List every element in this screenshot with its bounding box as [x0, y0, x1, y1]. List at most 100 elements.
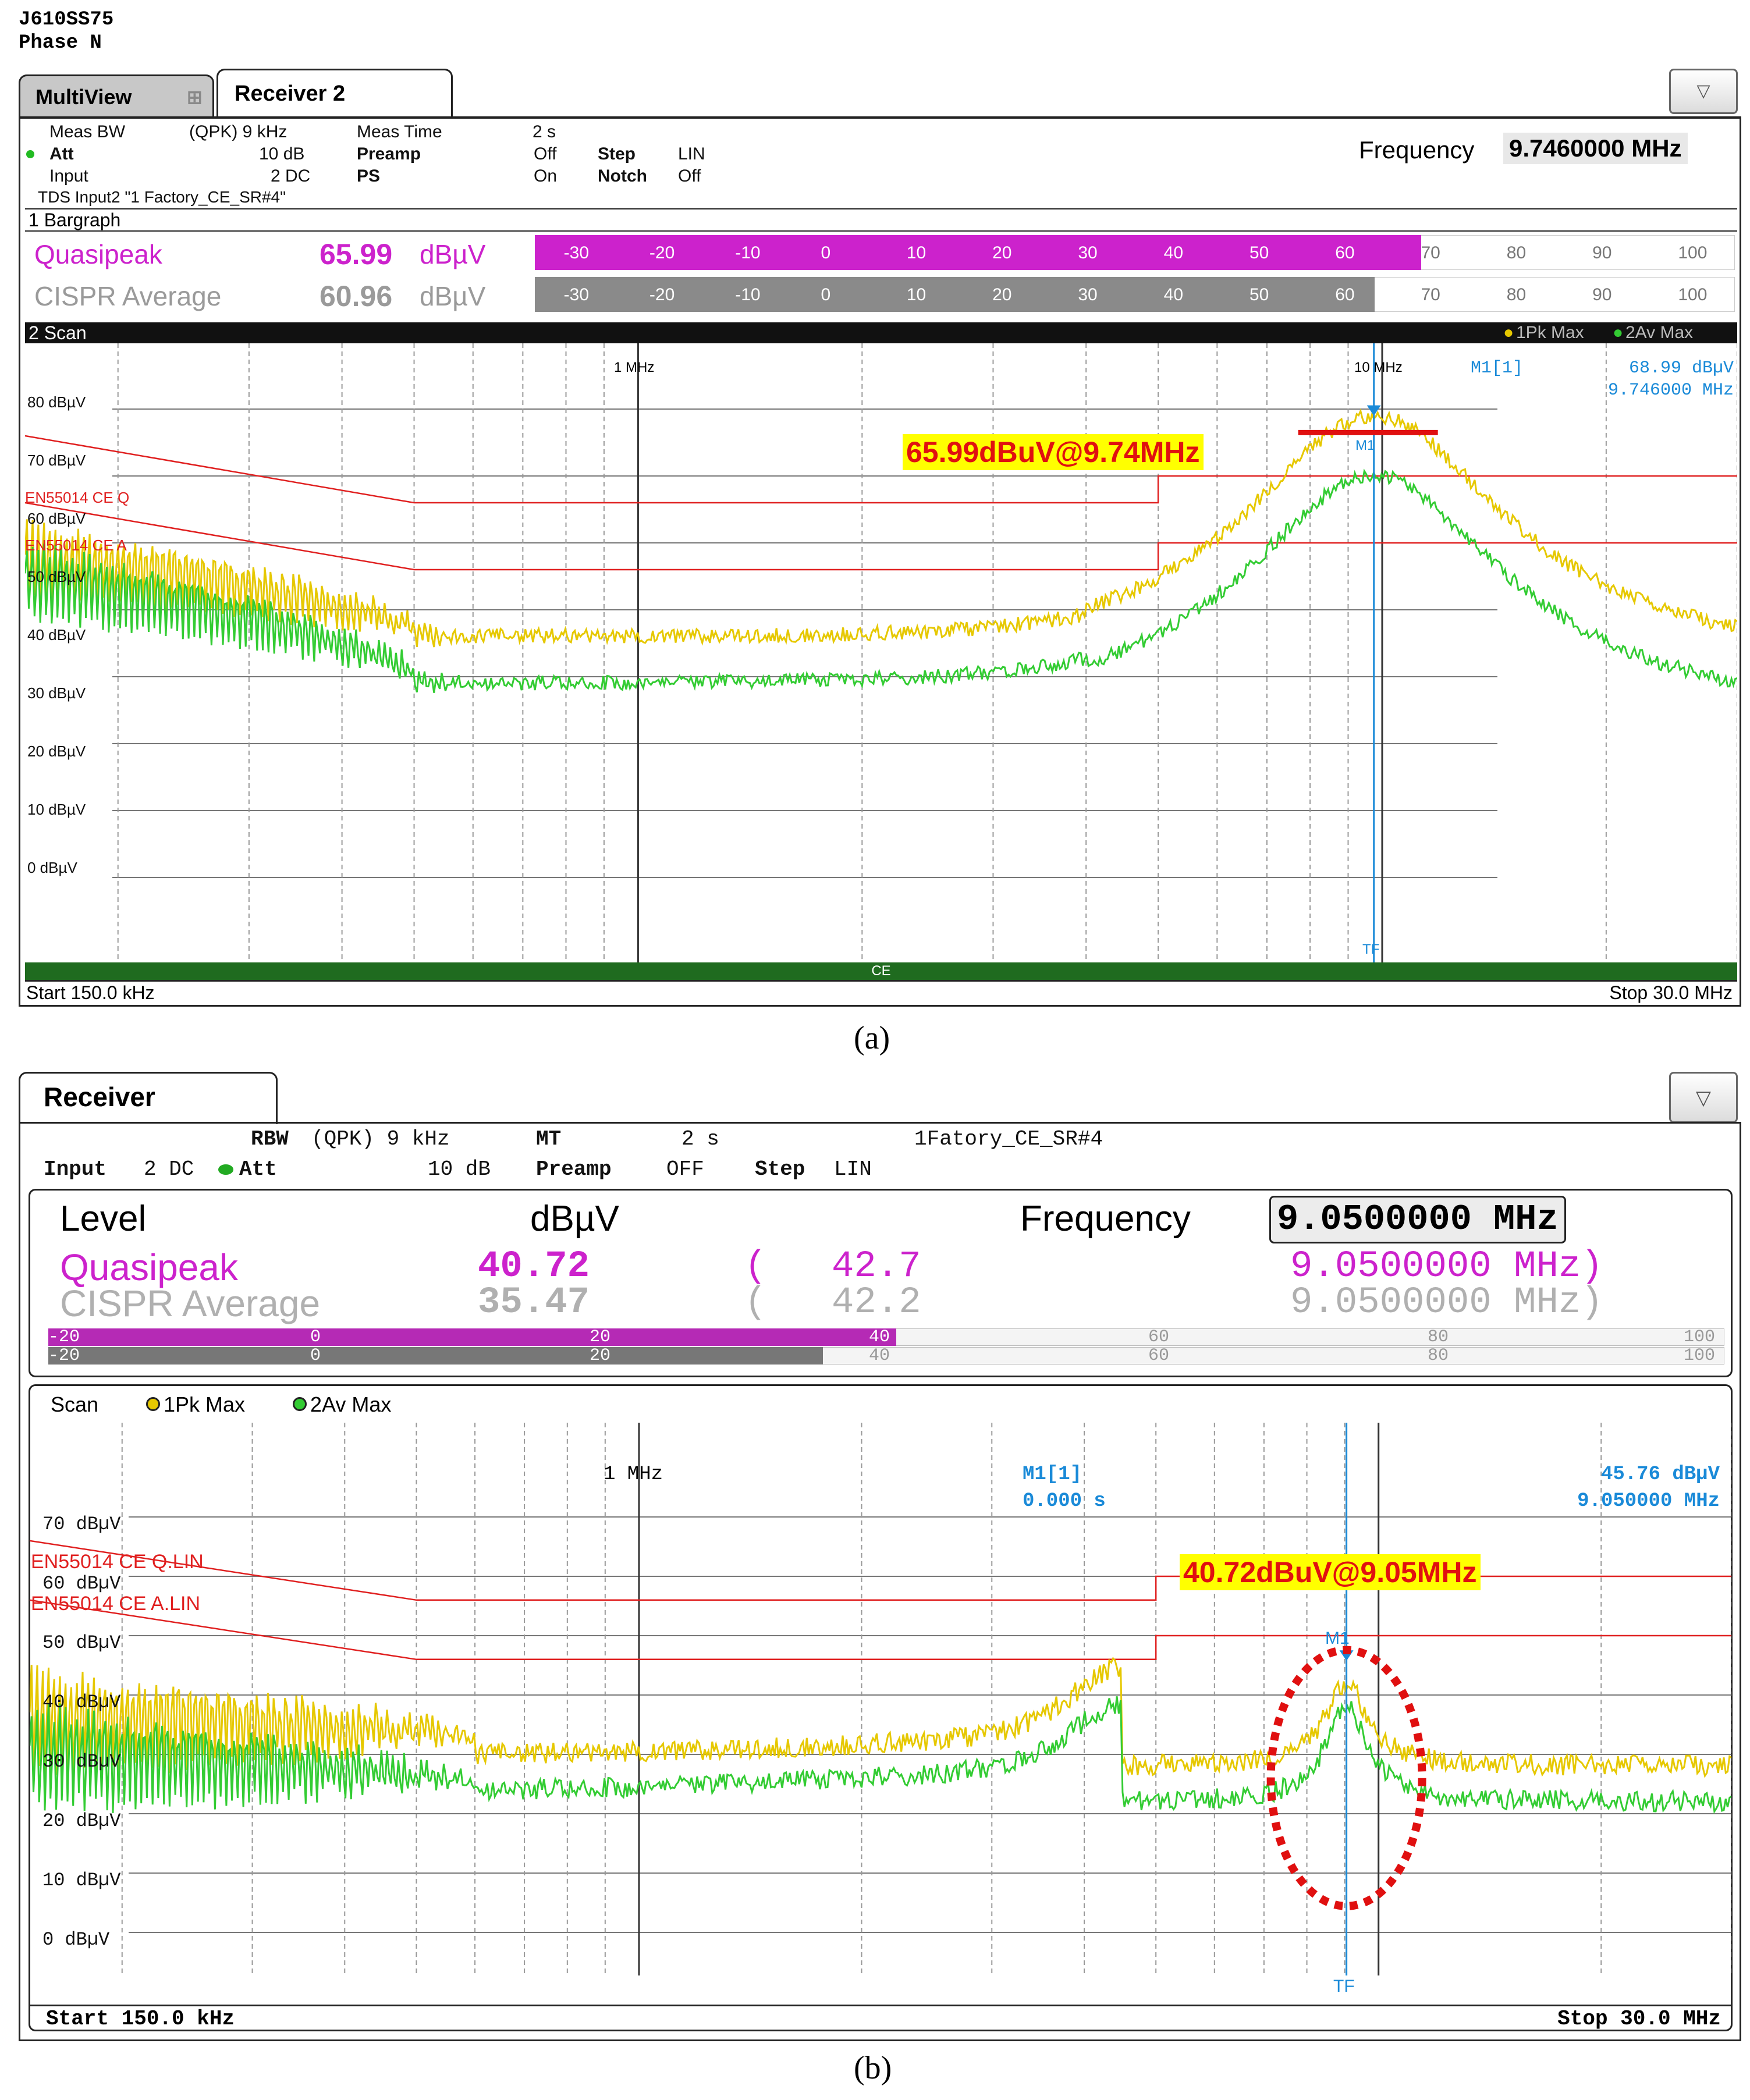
quasipeak-bar-tick-label: 80 — [1506, 243, 1527, 262]
marker-time: 0.000 s — [1023, 1490, 1106, 1512]
frequency-value[interactable]: 9.0500000 MHz — [1269, 1196, 1566, 1243]
y-label-0: 0 dBµV — [42, 1929, 110, 1950]
average-bar-tick-label: -30 — [563, 285, 589, 304]
average-row: CISPR Average 35.47 ( 42.2 9.0500000 MHz… — [48, 1282, 1724, 1324]
stop-frequency: Stop 30.0 MHz — [1609, 982, 1733, 1003]
peak-annotation: 65.99dBuV@9.74MHz — [903, 434, 1204, 470]
marker-level: 68.99 dBµV — [1628, 358, 1734, 378]
average-bar-tick-label: 20 — [992, 285, 1012, 304]
average-bar-tick-label: -10 — [735, 285, 761, 304]
input-label: Input — [44, 1157, 107, 1181]
average-bar-tick-label: 20 — [590, 1346, 611, 1366]
marker-frequency: 9.746000 MHz — [1607, 381, 1734, 400]
average-bar-tick-label: 80 — [1506, 285, 1527, 304]
quasipeak-bar-tick-label: 80 — [1428, 1327, 1449, 1347]
average-bar-tick-label: 40 — [869, 1346, 890, 1366]
average-bar-tick-label: 30 — [1078, 285, 1098, 304]
quasipeak-bar-tick-label: -20 — [48, 1327, 80, 1347]
quasipeak-label: Quasipeak — [34, 239, 162, 269]
quasipeak-bar-fill — [48, 1328, 897, 1346]
start-frequency: Start 150.0 kHz — [46, 2007, 235, 2031]
quasipeak-bar-tick-label: 20 — [590, 1327, 611, 1347]
notch-label: Notch — [598, 166, 647, 186]
measurement-name: 1Fatory_CE_SR#4 — [914, 1127, 1103, 1151]
att-value: 10 dB — [428, 1157, 491, 1181]
y-label-0: 0 dBµV — [27, 859, 77, 876]
y-label-10: 10 dBµV — [27, 801, 86, 818]
preamp-label: Preamp — [536, 1157, 612, 1181]
quasipeak-bar-tick-label: 40 — [869, 1327, 890, 1347]
average-bar-tick-label: 100 — [1678, 285, 1708, 304]
quasipeak-bar-tick-label: 60 — [1335, 243, 1355, 262]
scan-title: 2 Scan — [29, 322, 87, 343]
y-label-70: 70 dBµV — [27, 452, 86, 469]
tab-multiview[interactable]: MultiView ⊞ — [19, 74, 214, 116]
scan-plot — [30, 1423, 1731, 1975]
y-label-70: 70 dBµV — [42, 1513, 121, 1535]
tab-receiver-2[interactable]: Receiver 2 — [216, 69, 453, 119]
y-label-20: 20 dBµV — [42, 1810, 121, 1832]
tab-receiver[interactable]: Receiver — [19, 1072, 278, 1124]
marker-tag: M1 — [1355, 438, 1375, 453]
rbw-value: (QPK) 9 kHz — [311, 1127, 450, 1151]
quasipeak-bar-tick-label: 50 — [1249, 243, 1269, 262]
mt-value: 2 s — [681, 1127, 719, 1151]
average-bar-tick-label: 50 — [1249, 285, 1269, 304]
grid-icon: ⊞ — [187, 87, 203, 108]
quasipeak-bar-tick-label: -10 — [735, 243, 761, 262]
divider — [25, 980, 1737, 982]
marker-level: 45.76 dBµV — [1600, 1463, 1720, 1486]
quasipeak-bar-tick-label: 100 — [1678, 243, 1708, 262]
receiver-2-panel: Meas BW (QPK) 9 kHz Meas Time 2 s Att 10… — [19, 116, 1741, 1007]
step-label: Step — [598, 144, 636, 164]
phase-label: Phase N — [19, 32, 102, 54]
average-label: CISPR Average — [34, 281, 222, 311]
quasipeak-bar-tick-label: 40 — [1163, 243, 1184, 262]
bargraph: Quasipeak 65.99 dBµV CISPR Average 60.96… — [29, 235, 1735, 317]
menu-button[interactable]: ▽ — [1669, 1072, 1738, 1123]
bargraph-scale: -20 0 20 40 60 80 100 -20 0 20 40 60 80 100 — [48, 1327, 1724, 1370]
divider — [29, 2005, 1733, 2006]
legend-av-label: 2Av Max — [1625, 323, 1694, 342]
marker-m1 — [1266, 1423, 1426, 1975]
dropdown-menu-button[interactable]: ▽ — [1669, 69, 1738, 114]
frequency-value[interactable]: 9.7460000 MHz — [1503, 133, 1688, 164]
meas-bw-value: (QPK) 9 kHz — [189, 122, 287, 141]
average-max: 42.2 — [832, 1282, 921, 1324]
preamp-value: OFF — [666, 1157, 704, 1181]
quasipeak-value: 65.99 — [320, 238, 393, 271]
average-bar-tick-label: 70 — [1421, 285, 1440, 304]
rbw-label: RBW — [251, 1127, 289, 1151]
y-label-10: 10 dBµV — [42, 1870, 121, 1891]
average-bar-tick-label: 0 — [310, 1346, 321, 1366]
scan-header: 2 Scan ● 1Pk Max ● 2Av Max — [25, 322, 1737, 343]
average-bar-tick-label: 0 — [821, 285, 831, 304]
divider — [25, 208, 1737, 209]
average-bar-tick-label: 60 — [1335, 285, 1355, 304]
y-label-20: 20 dBµV — [27, 742, 86, 760]
device-name: J610SS75 — [19, 9, 114, 31]
average-unit: dBµV — [420, 281, 486, 311]
y-label-60: 60 dBµV — [27, 510, 86, 527]
tds-input-label: TDS Input2 "1 Factory_CE_SR#4" — [38, 188, 286, 206]
tab-multiview-label: MultiView — [36, 85, 132, 109]
start-frequency: Start 150.0 kHz — [26, 982, 155, 1003]
notch-value: Off — [678, 166, 701, 186]
step-value: LIN — [834, 1157, 872, 1181]
legend-pk-icon: ● — [1503, 323, 1514, 342]
preamp-value: Off — [534, 144, 557, 164]
average-frequency: 9.0500000 MHz) — [1290, 1282, 1603, 1324]
att-label: Att — [49, 144, 74, 164]
chevron-down-icon: ▽ — [1696, 81, 1710, 101]
marker-m1 — [1298, 343, 1438, 962]
menu-icon: ▽ — [1695, 1087, 1712, 1109]
limit-label-a: EN55014 CE A.LIN — [31, 1593, 201, 1615]
att-label: Att — [239, 1157, 277, 1181]
quasipeak-row: Quasipeak 65.99 dBµV — [29, 235, 535, 271]
y-label-60: 60 dBµV — [42, 1573, 121, 1594]
average-bar-tick-label: 10 — [906, 285, 927, 304]
quasipeak-bar-tick-label: 20 — [992, 243, 1012, 262]
unit-label: dBµV — [530, 1199, 619, 1239]
ce-label: CE — [871, 963, 891, 979]
quasipeak-bar-tick-label: 60 — [1148, 1327, 1170, 1347]
